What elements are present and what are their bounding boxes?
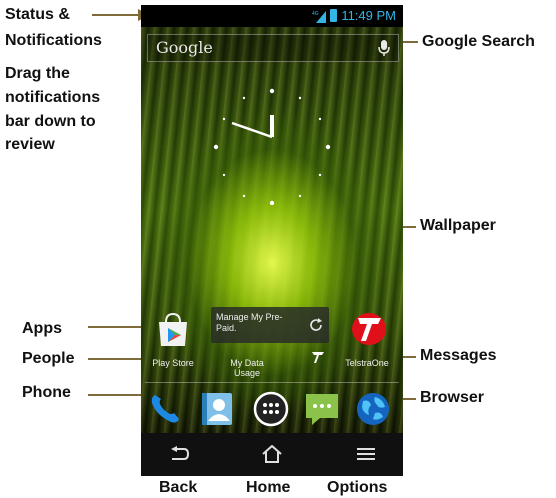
callout-home: Home <box>246 479 291 496</box>
app-label-play-store: Play Store <box>152 358 194 368</box>
mic-icon[interactable] <box>378 39 390 57</box>
refresh-icon[interactable] <box>309 318 323 332</box>
options-menu-icon[interactable] <box>355 445 377 463</box>
app-label-my-data-usage: My Data Usage <box>230 358 264 378</box>
callout-drag-4: review <box>5 136 55 153</box>
callout-wallpaper: Wallpaper <box>420 217 496 234</box>
callout-phone: Phone <box>22 384 71 401</box>
messages-icon[interactable] <box>304 391 340 427</box>
phone-icon[interactable] <box>147 391 183 427</box>
callout-back: Back <box>159 479 198 496</box>
callout-apps: Apps <box>22 320 62 337</box>
status-bar[interactable]: 4G 11:49 PM <box>141 5 403 27</box>
telstra-one-icon[interactable] <box>350 309 388 347</box>
signal-icon: 4G <box>312 11 326 23</box>
telstra-small-icon <box>312 352 324 363</box>
navigation-bar <box>141 433 403 476</box>
status-time: 11:49 PM <box>341 8 396 23</box>
battery-icon <box>330 9 337 22</box>
callout-line-status <box>92 14 140 16</box>
back-icon[interactable] <box>168 445 190 463</box>
network-type-label: 4G <box>312 11 319 17</box>
callout-people: People <box>22 350 75 367</box>
analog-clock-widget[interactable] <box>212 87 332 207</box>
callout-status: Status & <box>5 6 70 23</box>
callout-messages: Messages <box>420 347 497 364</box>
callout-drag-3: bar down to <box>5 113 96 130</box>
callout-options: Options <box>327 479 388 496</box>
widget-text: Manage My Pre-Paid. <box>216 312 283 333</box>
dock-divider <box>145 382 399 383</box>
callout-browser: Browser <box>420 389 485 406</box>
callout-drag-2: notifications <box>5 89 101 106</box>
people-icon[interactable] <box>199 391 235 427</box>
apps-launcher-icon[interactable] <box>253 391 289 427</box>
browser-icon[interactable] <box>355 391 391 427</box>
app-label-telstra-one: TelstraOne <box>345 358 389 368</box>
google-logo: Google <box>156 38 213 57</box>
google-search-bar[interactable]: Google <box>147 34 399 62</box>
callout-notifications: Notifications <box>5 32 102 49</box>
phone-screen: 4G 11:49 PM Google Play Store Manage My … <box>141 5 403 476</box>
callout-google-search: Google Search <box>422 33 535 50</box>
play-store-icon[interactable] <box>156 312 190 348</box>
home-icon[interactable] <box>261 445 283 463</box>
callout-drag-1: Drag the <box>5 65 70 82</box>
my-data-usage-widget[interactable]: Manage My Pre-Paid. <box>211 307 329 343</box>
